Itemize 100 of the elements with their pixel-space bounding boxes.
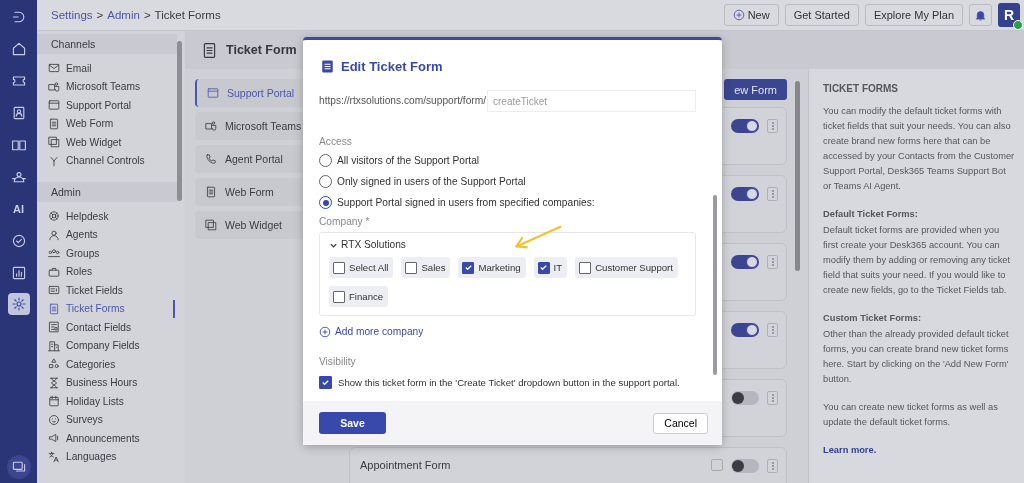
new-button[interactable]: New	[723, 4, 779, 26]
translate-icon	[48, 450, 60, 463]
sidebar-item[interactable]: Categories	[37, 355, 175, 374]
toggle-switch[interactable]	[731, 187, 759, 201]
window-icon	[48, 99, 60, 112]
sidebar-item[interactable]: Roles	[37, 262, 175, 281]
teams-icon	[48, 80, 60, 93]
shapes-icon	[48, 358, 60, 371]
fields-icon	[48, 284, 60, 297]
scrollbar[interactable]	[177, 41, 182, 201]
notifications-button[interactable]	[969, 4, 992, 26]
checkbox[interactable]	[333, 261, 345, 274]
document-icon	[320, 58, 335, 74]
toggle-switch[interactable]	[731, 391, 759, 405]
sidebar-item[interactable]: Web Widget	[37, 133, 175, 152]
ai-button[interactable]: AI	[7, 197, 30, 221]
scrollbar[interactable]	[795, 81, 800, 271]
person-icon	[48, 228, 60, 241]
sidebar-item[interactable]: Business Hours	[37, 373, 175, 392]
check-icon	[463, 263, 473, 272]
field-label: Visibility	[319, 356, 357, 368]
breadcrumb-item[interactable]: Admin	[107, 9, 140, 21]
new-form-button[interactable]: ew Form	[724, 79, 787, 100]
lifebuoy-icon	[48, 210, 60, 223]
ticket-icon	[10, 73, 27, 89]
more-icon	[770, 121, 775, 131]
url-slug-field[interactable]: createTicket	[487, 90, 696, 112]
breadcrumb-item: Ticket Forms	[154, 9, 221, 21]
help-title: TICKET FORMS	[823, 82, 899, 96]
sidebar-item[interactable]: Channel Controls	[37, 151, 175, 170]
department-chip[interactable]: Select All	[329, 257, 394, 278]
sidebar-item[interactable]: Email	[37, 59, 175, 78]
department-chip[interactable]: Sales	[401, 257, 451, 278]
sidebar-item[interactable]: Contact Fields	[37, 318, 175, 337]
department-chip[interactable]: Customer Support	[575, 257, 678, 278]
check-icon	[10, 233, 27, 249]
cancel-button[interactable]: Cancel	[653, 412, 708, 434]
rail-button[interactable]	[7, 293, 30, 315]
breadcrumb-item[interactable]: Settings	[51, 9, 93, 21]
smiley-icon	[48, 413, 60, 426]
form-icon	[48, 321, 60, 334]
drag-handle[interactable]	[711, 459, 723, 471]
chip-label: Sales	[421, 261, 446, 274]
check-icon	[321, 378, 330, 387]
sidebar-item[interactable]: Helpdesk	[37, 207, 175, 226]
help-heading: Custom Ticket Forms:	[823, 312, 922, 325]
section-header: Admin	[37, 182, 177, 202]
logo-icon	[10, 9, 27, 25]
document-icon	[48, 117, 60, 130]
radio-label: Only signed in users of the Support Portal	[337, 175, 526, 188]
link-label: Add more company	[335, 326, 424, 338]
sidebar-item[interactable]: Languages	[37, 447, 175, 466]
windows-icon	[205, 219, 217, 231]
department-chip[interactable]: IT	[533, 257, 568, 278]
checkbox[interactable]	[333, 290, 345, 303]
chip-label: Customer Support	[595, 261, 673, 274]
sidebar-item[interactable]: Support Portal	[37, 96, 175, 115]
sidebar-item[interactable]: Ticket Forms	[37, 299, 175, 318]
top-button[interactable]: Explore My Plan	[864, 4, 963, 26]
toggle-switch[interactable]	[731, 459, 759, 473]
top-button[interactable]: Get Started	[784, 4, 859, 26]
more-icon	[770, 189, 775, 199]
home-icon	[10, 41, 27, 57]
sidebar-item[interactable]: Microsoft Teams	[37, 77, 175, 96]
sidebar-item[interactable]: Holiday Lists	[37, 392, 175, 411]
plus-circle-icon	[732, 9, 745, 21]
department-chip[interactable]: Finance	[329, 286, 389, 307]
checkbox[interactable]	[462, 261, 475, 274]
toggle-switch[interactable]	[731, 323, 759, 337]
company-toggle[interactable]: RTX Solutions	[329, 239, 687, 251]
document-icon	[205, 186, 217, 198]
checkbox[interactable]	[319, 376, 332, 389]
user-avatar[interactable]: R	[998, 3, 1020, 27]
sidebar-item[interactable]: Announcements	[37, 429, 175, 448]
learn-more-link[interactable]: Learn more.	[823, 445, 877, 455]
sidebar-item[interactable]: Company Fields	[37, 336, 175, 355]
sidebar-item[interactable]: Agents	[37, 225, 175, 244]
windows-icon	[48, 136, 60, 149]
toggle-switch[interactable]	[731, 119, 759, 133]
checkbox[interactable]	[537, 261, 550, 274]
toggle-switch[interactable]	[731, 255, 759, 269]
document-icon	[201, 41, 218, 59]
save-button[interactable]: Save	[319, 412, 386, 434]
checkbox[interactable]	[579, 261, 592, 274]
window-icon	[207, 87, 219, 99]
briefcase-icon	[48, 265, 60, 278]
scrollbar[interactable]	[713, 195, 717, 375]
checkbox[interactable]	[405, 261, 418, 274]
sidebar-item[interactable]: Surveys	[37, 410, 175, 429]
chat-button[interactable]	[6, 455, 31, 479]
help-paragraph: Other than the already provided default ticket forms, you can create brand new ticket forms here. Start by clicking on the 'Add New Form' button.	[823, 328, 1010, 386]
megaphone-icon	[48, 432, 60, 445]
add-company-link[interactable]: Add more company	[319, 326, 702, 338]
document-icon	[48, 302, 60, 315]
gear-icon	[10, 296, 27, 312]
sidebar-item[interactable]: Ticket Fields	[37, 281, 175, 300]
sidebar-item[interactable]: Groups	[37, 244, 175, 263]
sidebar-item[interactable]: Web Form	[37, 114, 175, 133]
more-icon	[770, 325, 775, 335]
department-chip[interactable]: Marketing	[458, 257, 526, 278]
